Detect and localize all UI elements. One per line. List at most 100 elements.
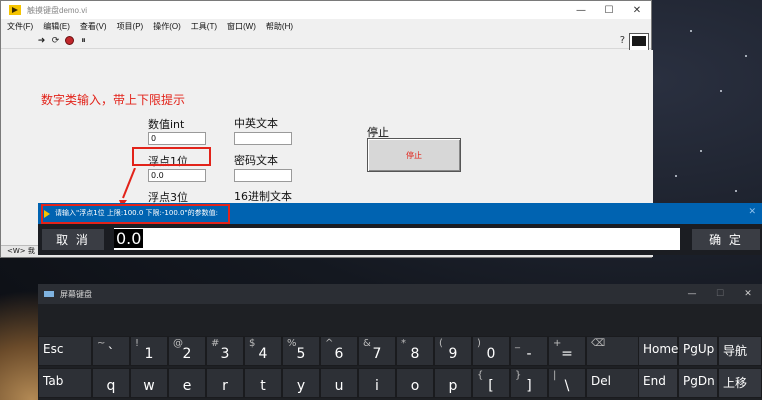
key-nav[interactable]: End (638, 368, 678, 398)
keyboard-maximize-button[interactable]: ☐ (706, 289, 734, 299)
key-o[interactable]: o (396, 368, 434, 398)
password-text-input[interactable] (234, 169, 292, 182)
keyboard-window-controls: — ☐ ✕ (678, 289, 762, 299)
key-0[interactable]: ) 0 (472, 336, 510, 366)
key-label: = (561, 346, 573, 362)
star (735, 190, 737, 192)
menu-help[interactable]: 帮助(H) (266, 21, 293, 32)
float1-highlight-box (132, 147, 211, 166)
key-label: 6 (334, 346, 344, 362)
menu-edit[interactable]: 编辑(E) (43, 21, 70, 32)
key-[interactable]: _ - (510, 336, 548, 366)
menu-project[interactable]: 项目(P) (117, 21, 144, 32)
key-label: q (106, 378, 116, 394)
key-label: 8 (410, 346, 420, 362)
key-[interactable]: }] (510, 368, 548, 398)
key-label: - (526, 346, 532, 362)
key-tab[interactable]: Tab (38, 368, 92, 398)
confirm-button[interactable]: 确 定 (692, 229, 760, 250)
key-[interactable]: + = (548, 336, 586, 366)
toolbar: ➜ ⟳ ⏸ ? (1, 33, 651, 53)
key-3[interactable]: #3 (206, 336, 244, 366)
key-label: PgDn (683, 374, 715, 388)
cancel-button[interactable]: 取 消 (42, 229, 104, 250)
key-nav[interactable]: 上移 (718, 368, 762, 398)
menu-view[interactable]: 查看(V) (80, 21, 107, 32)
key-nav[interactable]: PgUp (678, 336, 718, 366)
key-label: 1 (144, 346, 154, 362)
key-[interactable]: | \ (548, 368, 586, 398)
stop-button[interactable]: 停止 (367, 138, 461, 172)
key-5[interactable]: % 5 (282, 336, 320, 366)
key-t[interactable]: t (244, 368, 282, 398)
menu-window[interactable]: 窗口(W) (227, 21, 256, 32)
key-label: ] (526, 378, 532, 394)
key-8[interactable]: * 8 (396, 336, 434, 366)
keyboard-minimize-button[interactable]: — (678, 289, 706, 299)
value-input-field[interactable]: 0.0 (114, 228, 680, 250)
key-label: t (260, 378, 266, 394)
prompt-highlight-box (41, 204, 230, 224)
cn-en-text-label: 中英文本 (234, 117, 278, 130)
run-continuously-icon[interactable]: ⟳ (49, 34, 62, 47)
key-6[interactable]: ^ 6 (320, 336, 358, 366)
key-q[interactable]: q (92, 368, 130, 398)
keyboard-close-button[interactable]: ✕ (734, 289, 762, 299)
password-text-label: 密码文本 (234, 154, 278, 167)
key-[interactable]: {[ (472, 368, 510, 398)
key-label: 上移 (723, 376, 748, 390)
menu-file[interactable]: 文件(F) (7, 21, 33, 32)
key-label: Esc (43, 342, 64, 356)
menu-operate[interactable]: 操作(O) (153, 21, 181, 32)
key-label: Del (591, 374, 611, 388)
key-esc[interactable]: Esc (38, 336, 92, 366)
key-label: 4 (258, 346, 268, 362)
maximize-button[interactable]: ☐ (595, 1, 623, 19)
pause-icon[interactable]: ⏸ (77, 34, 90, 47)
int-label: 数值int (148, 118, 185, 131)
key-label: PgUp (683, 342, 715, 356)
key-label: 0 (486, 346, 496, 362)
key-i[interactable]: i (358, 368, 396, 398)
key-label: ` (107, 346, 115, 362)
key-4[interactable]: $4 (244, 336, 282, 366)
keyboard-titlebar[interactable]: 屏幕键盘 — ☐ ✕ (38, 284, 762, 304)
key-label: r (222, 378, 228, 394)
key-nav[interactable]: PgDn (678, 368, 718, 398)
keyboard-icon (44, 291, 54, 297)
context-help-icon[interactable]: ? (620, 35, 625, 46)
key-label: 5 (296, 346, 306, 362)
input-title-strip: 请输入"浮点1位 上限:100.0 下限:-100.0"的参数值: ✕ (38, 203, 762, 224)
key-nav[interactable]: Home (638, 336, 678, 366)
key-u[interactable]: u (320, 368, 358, 398)
run-arrow-icon[interactable]: ➜ (35, 34, 48, 47)
key-2[interactable]: @2 (168, 336, 206, 366)
key-nav[interactable]: 导航 (718, 336, 762, 366)
key-[interactable]: ~ ` (92, 336, 130, 366)
close-icon[interactable]: ✕ (748, 207, 756, 217)
star (745, 55, 747, 57)
close-button[interactable]: ✕ (623, 1, 651, 19)
key-y[interactable]: y (282, 368, 320, 398)
key-p[interactable]: p (434, 368, 472, 398)
cn-en-text-input[interactable] (234, 132, 292, 145)
key-w[interactable]: w (130, 368, 168, 398)
int-numeric-input[interactable]: 0 (148, 132, 206, 145)
window-titlebar[interactable]: 触摸键盘demo.vi — ☐ ✕ (1, 1, 651, 19)
key-7[interactable]: & 7 (358, 336, 396, 366)
minimize-button[interactable]: — (567, 1, 595, 19)
key-1[interactable]: ! 1 (130, 336, 168, 366)
key-label: o (410, 378, 420, 394)
key-label: Home (643, 342, 679, 356)
window-controls: — ☐ ✕ (567, 1, 651, 19)
key-label: y (296, 378, 306, 394)
key-label: Tab (43, 374, 64, 388)
menu-tools[interactable]: 工具(T) (191, 21, 217, 32)
key-label: e (182, 378, 192, 394)
key-9[interactable]: (9 (434, 336, 472, 366)
key-label: End (643, 374, 666, 388)
key-e[interactable]: e (168, 368, 206, 398)
key-r[interactable]: r (206, 368, 244, 398)
abort-execution-button[interactable] (63, 34, 76, 47)
key-shift-label: ⌫ (591, 338, 606, 349)
